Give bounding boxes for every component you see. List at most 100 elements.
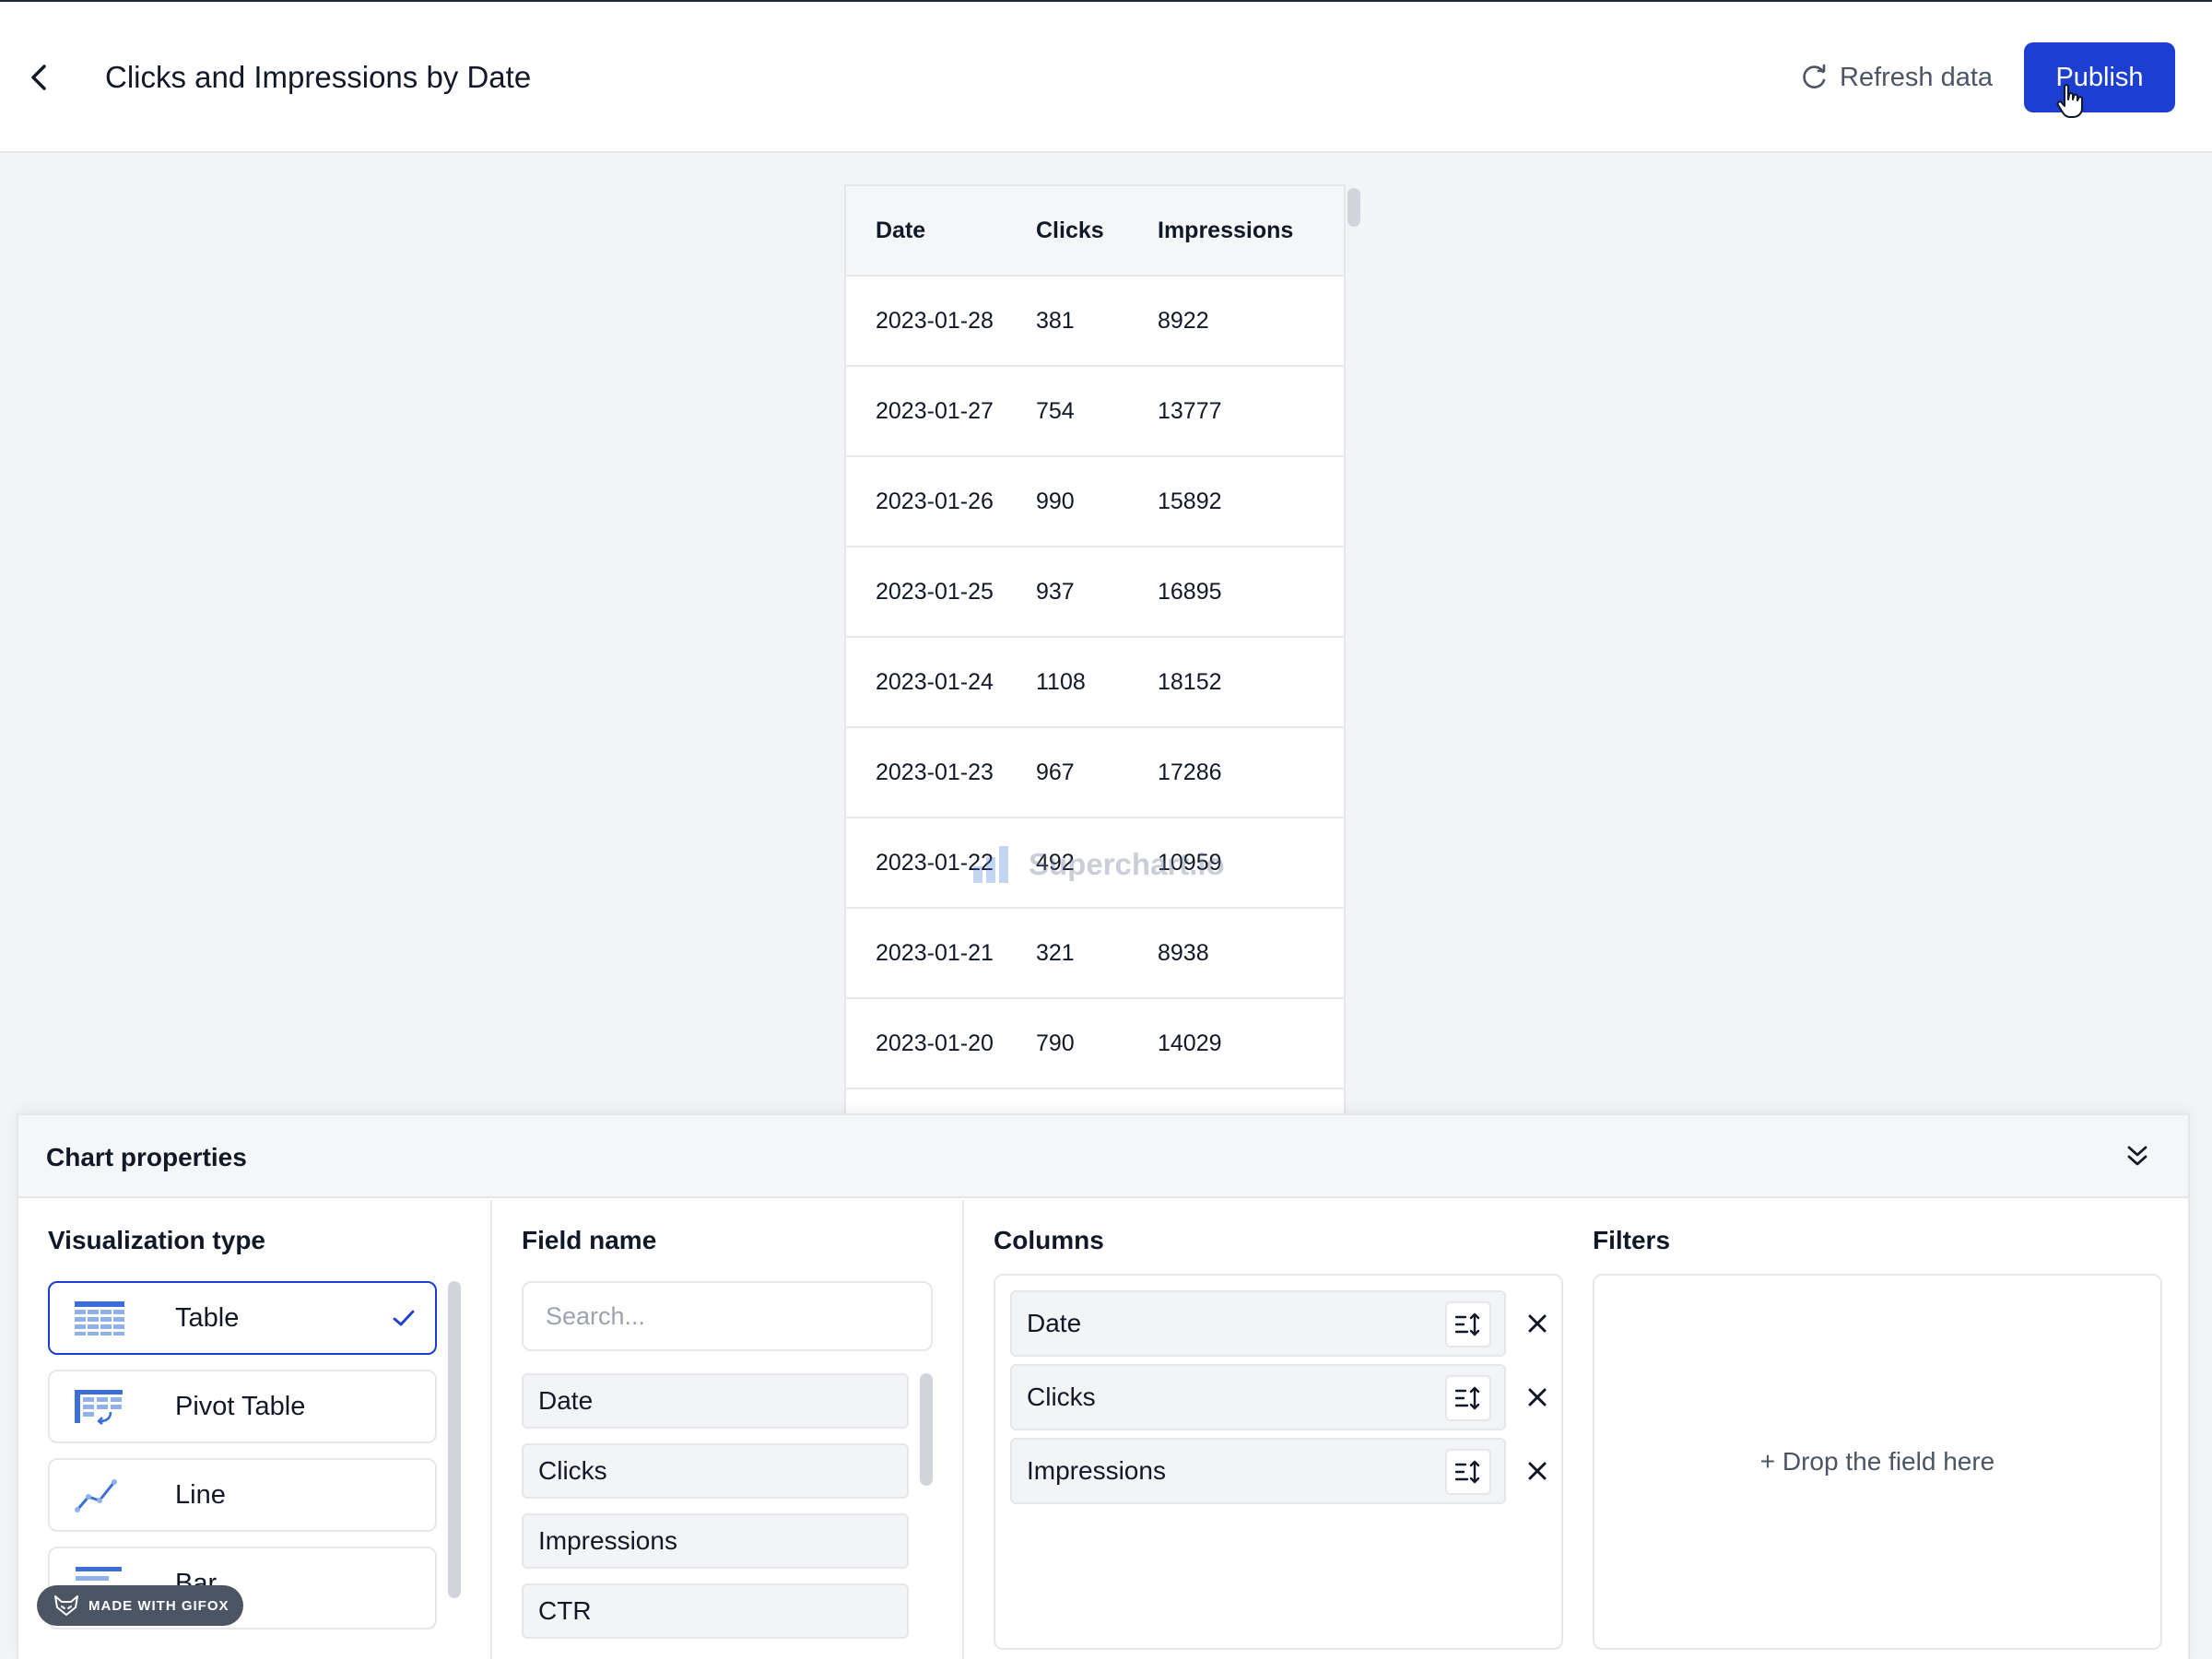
cell-date: 2023-01-28 <box>876 307 994 334</box>
chevron-left-icon <box>31 65 46 90</box>
page-title: Clicks and Impressions by Date <box>105 60 532 94</box>
line-chart-icon <box>75 1479 117 1512</box>
sort-icon <box>1454 1312 1480 1336</box>
gifox-badge: MADE WITH GIFOX <box>37 1585 243 1626</box>
cell-clicks: 754 <box>1036 397 1075 424</box>
cell-impressions: 14029 <box>1158 1030 1222 1056</box>
sort-icon <box>1454 1460 1480 1484</box>
table-row: 2023-01-27 754 13777 <box>846 367 1344 457</box>
close-icon <box>1528 1388 1547 1406</box>
cell-impressions: 18152 <box>1158 668 1222 695</box>
column-header-clicks[interactable]: Clicks <box>1036 218 1158 244</box>
refresh-data-label: Refresh data <box>1840 62 1994 92</box>
column-chip-label: Impressions <box>1027 1456 1166 1485</box>
field-list-scrollbar[interactable] <box>920 1373 933 1486</box>
field-item-impressions[interactable]: Impressions <box>522 1513 909 1569</box>
viz-list-scrollbar[interactable] <box>448 1281 461 1598</box>
refresh-icon <box>1803 64 1826 88</box>
cell-impressions: 17286 <box>1158 759 1222 785</box>
table-header-row: Date Clicks Impressions <box>846 186 1344 276</box>
table-row: 2023-01-23 967 17286 <box>846 728 1344 818</box>
close-icon <box>1528 1314 1547 1333</box>
double-chevron-down-icon <box>2127 1146 2147 1166</box>
viz-option-label: Table <box>175 1302 240 1333</box>
cell-impressions: 10959 <box>1158 849 1222 876</box>
cell-clicks: 990 <box>1036 488 1075 514</box>
table-scrollbar[interactable] <box>1346 184 1364 1115</box>
sort-button[interactable] <box>1445 1375 1491 1421</box>
viz-option-line[interactable]: Line <box>48 1458 437 1532</box>
column-header-impressions[interactable]: Impressions <box>1158 218 1344 244</box>
columns-title: Columns <box>994 1226 1104 1254</box>
column-divider <box>962 1200 964 1659</box>
sort-button[interactable] <box>1445 1301 1491 1347</box>
cell-date: 2023-01-27 <box>876 397 994 424</box>
visualization-type-title: Visualization type <box>48 1226 265 1254</box>
table-row: 2023-01-21 321 8938 <box>846 909 1344 999</box>
table-preview: Date Clicks Impressions 2023-01-28 381 8… <box>844 184 1346 1115</box>
cell-date: 2023-01-24 <box>876 668 994 695</box>
cell-clicks: 492 <box>1036 849 1075 876</box>
cell-date: 2023-01-23 <box>876 759 994 785</box>
collapse-panel-button[interactable] <box>2122 1141 2153 1172</box>
table-row: 2023-01-25 937 16895 <box>846 547 1344 638</box>
viz-option-pivot-table[interactable]: Pivot Table <box>48 1370 437 1443</box>
table-icon <box>75 1301 124 1335</box>
cell-clicks: 1108 <box>1036 668 1086 695</box>
column-chip-date[interactable]: Date <box>1010 1290 1506 1357</box>
column-chip-impressions[interactable]: Impressions <box>1010 1438 1506 1504</box>
column-chip-label: Clicks <box>1027 1382 1096 1411</box>
cell-date: 2023-01-21 <box>876 939 994 966</box>
chart-properties-header: Chart properties <box>18 1115 2188 1198</box>
cell-impressions: 8922 <box>1158 307 1209 334</box>
remove-column-button[interactable] <box>1523 1309 1552 1338</box>
cell-impressions: 16895 <box>1158 578 1222 605</box>
viz-option-label: Pivot Table <box>175 1391 306 1421</box>
checkmark-icon <box>393 1310 415 1326</box>
column-chip-clicks[interactable]: Clicks <box>1010 1364 1506 1430</box>
sort-button[interactable] <box>1445 1449 1491 1495</box>
filters-title: Filters <box>1593 1226 1671 1254</box>
cell-clicks: 790 <box>1036 1030 1075 1056</box>
cell-impressions: 8938 <box>1158 939 1209 966</box>
cell-clicks: 967 <box>1036 759 1075 785</box>
field-search-input[interactable] <box>522 1281 933 1351</box>
column-header-date[interactable]: Date <box>846 218 1036 244</box>
refresh-data-button[interactable]: Refresh data <box>1801 59 1993 96</box>
cell-date: 2023-01-22 <box>876 849 994 876</box>
filters-drop-zone[interactable]: + Drop the field here <box>1593 1274 2162 1650</box>
remove-column-button[interactable] <box>1523 1382 1552 1412</box>
field-name-title: Field name <box>522 1226 657 1254</box>
column-divider <box>490 1200 492 1659</box>
hand-cursor-icon <box>2056 84 2083 118</box>
back-button[interactable] <box>20 59 57 96</box>
table-row: 2023-01-22 492 10959 <box>846 818 1344 909</box>
field-item-ctr[interactable]: CTR <box>522 1583 909 1639</box>
cell-clicks: 321 <box>1036 939 1075 966</box>
field-item-date[interactable]: Date <box>522 1373 909 1429</box>
table-row: 2023-01-28 381 8922 <box>846 276 1344 367</box>
field-item-clicks[interactable]: Clicks <box>522 1443 909 1499</box>
gifox-badge-text: MADE WITH GIFOX <box>88 1597 229 1614</box>
top-bar: Clicks and Impressions by Date Refresh d… <box>0 2 2212 153</box>
table-row: 2023-01-20 790 14029 <box>846 999 1344 1089</box>
publish-button[interactable]: Publish <box>2024 42 2175 112</box>
remove-column-button[interactable] <box>1523 1456 1552 1486</box>
chart-properties-panel: Chart properties Visualization type Tabl… <box>17 1113 2190 1659</box>
cell-impressions: 13777 <box>1158 397 1222 424</box>
close-icon <box>1528 1462 1547 1480</box>
cell-clicks: 381 <box>1036 307 1075 334</box>
drop-field-hint: + Drop the field here <box>1759 1447 1995 1476</box>
table-scrollbar-thumb[interactable] <box>1347 188 1360 227</box>
viz-option-table[interactable]: Table <box>48 1281 437 1355</box>
table-row: 2023-01-26 990 15892 <box>846 457 1344 547</box>
cell-impressions: 15892 <box>1158 488 1222 514</box>
cell-date: 2023-01-20 <box>876 1030 994 1056</box>
cell-date: 2023-01-26 <box>876 488 994 514</box>
sort-icon <box>1454 1386 1480 1410</box>
table-row: 2023-01-24 1108 18152 <box>846 638 1344 728</box>
fox-logo-icon <box>54 1595 78 1616</box>
pivot-table-icon <box>75 1390 123 1425</box>
columns-drop-zone[interactable]: Date Clicks Impressions <box>994 1274 1563 1650</box>
viz-option-label: Line <box>175 1479 226 1510</box>
